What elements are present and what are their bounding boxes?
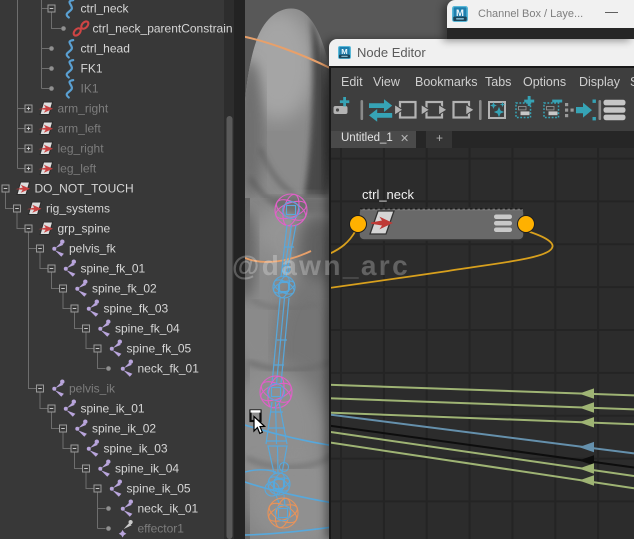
svg-text:arm_right: arm_right	[58, 102, 109, 116]
svg-text:spine_ik_05: spine_ik_05	[127, 482, 191, 496]
svg-text:spine_fk_01: spine_fk_01	[81, 262, 146, 276]
svg-text:neck_ik_01: neck_ik_01	[138, 502, 199, 516]
svg-text:leg_right: leg_right	[58, 142, 105, 156]
svg-text:ctrl_neck: ctrl_neck	[81, 2, 130, 16]
svg-text:neck_fk_01: neck_fk_01	[138, 362, 200, 376]
svg-text:M: M	[341, 47, 347, 56]
svg-text:DO_NOT_TOUCH: DO_NOT_TOUCH	[35, 182, 134, 196]
svg-text:pelvis_fk: pelvis_fk	[69, 242, 117, 256]
svg-text:spine_fk_04: spine_fk_04	[115, 322, 180, 336]
svg-text:spine_fk_05: spine_fk_05	[127, 342, 192, 356]
svg-text:spine_fk_03: spine_fk_03	[104, 302, 169, 316]
svg-text:ctrl_neck: ctrl_neck	[362, 187, 415, 202]
svg-text:arm_left: arm_left	[58, 122, 102, 136]
svg-text:grp_spine: grp_spine	[58, 222, 111, 236]
svg-text:spine_ik_04: spine_ik_04	[115, 462, 179, 476]
svg-text:pelvis_ik: pelvis_ik	[69, 382, 116, 396]
svg-text:ctrl_head: ctrl_head	[81, 42, 130, 56]
svg-text:spine_ik_01: spine_ik_01	[81, 402, 145, 416]
svg-text:effector1: effector1	[138, 522, 185, 536]
svg-text:spine_fk_02: spine_fk_02	[92, 282, 157, 296]
svg-text:ctrl_neck_parentConstrain: ctrl_neck_parentConstrain	[93, 22, 233, 36]
svg-text:IK1: IK1	[81, 82, 99, 96]
svg-text:spine_ik_02: spine_ik_02	[92, 422, 156, 436]
svg-text:spine_ik_03: spine_ik_03	[104, 442, 168, 456]
svg-text:leg_left: leg_left	[58, 162, 97, 176]
svg-text:FK1: FK1	[81, 62, 103, 76]
svg-text:rig_systems: rig_systems	[46, 202, 110, 216]
svg-text:M: M	[456, 8, 464, 19]
